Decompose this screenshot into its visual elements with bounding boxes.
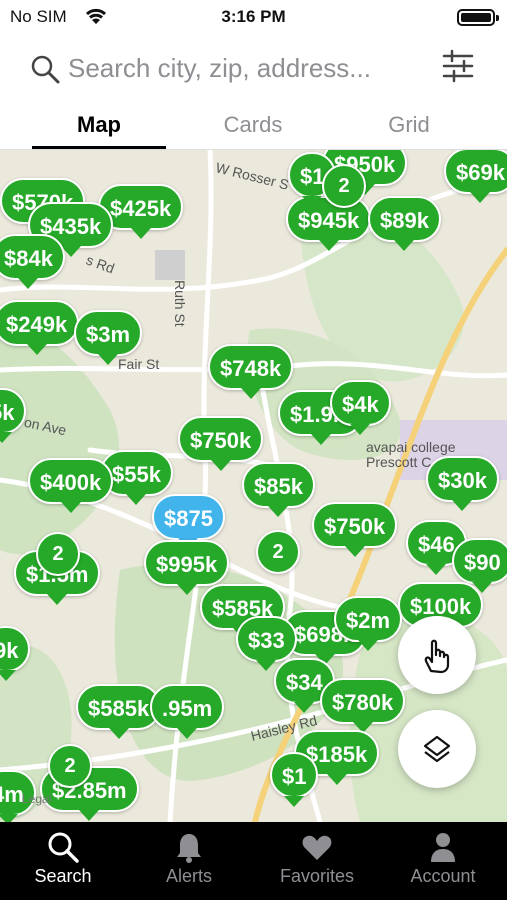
street-label: Ruth St: [172, 280, 188, 327]
price-pin[interactable]: $400k: [28, 458, 114, 513]
bell-icon: [177, 834, 201, 863]
search-input[interactable]: [68, 50, 428, 86]
cluster-marker[interactable]: 2: [36, 532, 80, 576]
cluster-marker[interactable]: 2: [256, 530, 300, 574]
price-pin[interactable]: $750k: [178, 416, 264, 471]
map-layers-button[interactable]: [398, 710, 476, 788]
tabbar-label: Account: [410, 866, 476, 886]
search-bar: [0, 34, 507, 102]
street-label: Fair St: [118, 356, 160, 372]
tabbar-account[interactable]: Account: [380, 822, 506, 900]
tabbar-alerts[interactable]: Alerts: [126, 822, 252, 900]
tabbar-label: Alerts: [165, 866, 212, 886]
tab-grid[interactable]: Grid: [344, 112, 474, 138]
cluster-marker[interactable]: 2: [322, 164, 366, 208]
price-pin[interactable]: $995k: [144, 540, 230, 595]
price-pin[interactable]: $69k: [444, 150, 507, 203]
tabbar-label: Search: [34, 866, 92, 886]
price-pin[interactable]: $4k: [330, 380, 391, 435]
price-pin[interactable]: $780k: [320, 678, 406, 733]
heart-icon: [302, 835, 332, 860]
price-pin[interactable]: $1: [270, 752, 319, 807]
bottom-tab-bar: Search Alerts Favorites Account: [0, 822, 507, 900]
price-pin[interactable]: $875: [152, 494, 225, 549]
price-pin[interactable]: $748k: [208, 344, 294, 399]
price-pin[interactable]: .95m: [150, 684, 225, 739]
tabbar-search[interactable]: Search: [0, 822, 126, 900]
cluster-marker[interactable]: 2: [48, 744, 92, 788]
legal-link[interactable]: Legal: [22, 792, 51, 806]
draw-search-button[interactable]: [398, 616, 476, 694]
search-icon: [30, 54, 60, 89]
price-pin[interactable]: $945k: [286, 196, 372, 251]
tabbar-favorites[interactable]: Favorites: [254, 822, 380, 900]
search-icon: [48, 832, 79, 863]
price-pin[interactable]: $85k: [242, 462, 315, 517]
tab-map[interactable]: Map: [34, 112, 164, 138]
view-tabs: Map Cards Grid: [0, 102, 507, 150]
tab-cards[interactable]: Cards: [188, 112, 318, 138]
layers-icon: [423, 735, 451, 763]
price-pin[interactable]: $2m: [334, 596, 403, 651]
person-icon: [431, 833, 455, 862]
price-pin[interactable]: $750k: [312, 502, 398, 557]
filter-icon[interactable]: [440, 48, 476, 89]
price-pin[interactable]: $30k: [426, 456, 499, 511]
tabbar-label: Favorites: [279, 866, 355, 886]
map-view[interactable]: W Rosser S Ruth St Fair St on Ave Haisle…: [0, 150, 507, 822]
price-pin[interactable]: $33: [236, 616, 297, 671]
price-pin[interactable]: $249k: [0, 300, 80, 355]
price-pin[interactable]: $84k: [0, 234, 65, 289]
status-bar: No SIM 3:16 PM: [0, 0, 507, 34]
price-pin[interactable]: $90: [452, 538, 507, 593]
hand-pointer-icon: [424, 639, 450, 674]
battery-icon: [457, 9, 499, 26]
clock: 3:16 PM: [221, 7, 286, 26]
price-pin[interactable]: $89k: [368, 196, 441, 251]
active-tab-indicator: [32, 146, 166, 149]
price-pin[interactable]: $585k: [76, 684, 162, 739]
price-pin[interactable]: $3m: [74, 310, 143, 365]
